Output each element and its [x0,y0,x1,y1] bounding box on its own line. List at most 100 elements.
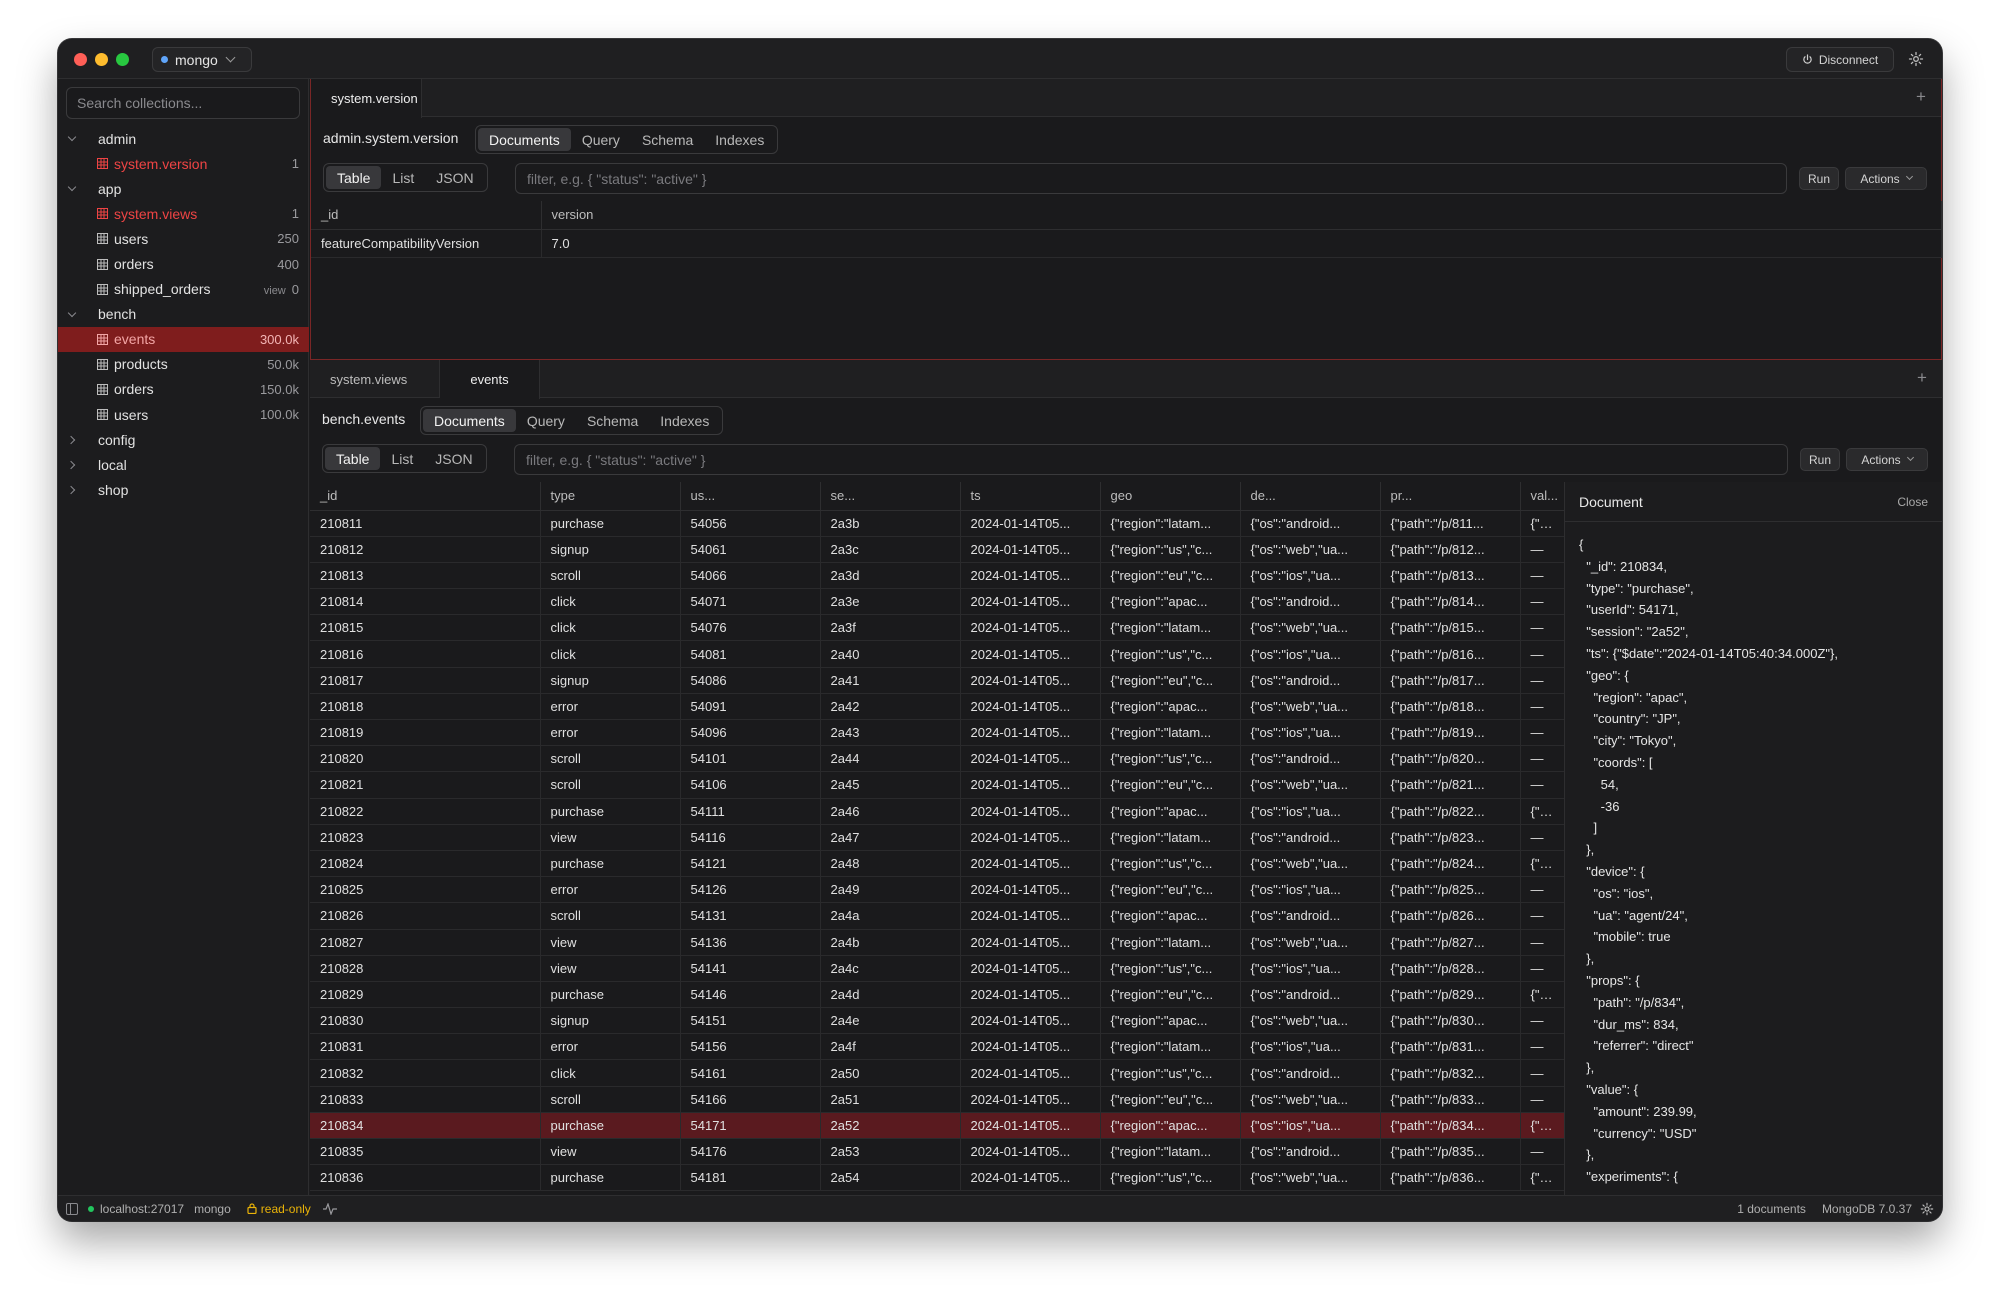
maximize-window-button[interactable] [116,53,129,66]
table-row[interactable]: 210836 purchase 54181 2a54 2024-01-14T05...{… [310,1164,1564,1192]
tab-system-views[interactable]: system.views [310,360,440,398]
new-tab-button[interactable]: + [1911,87,1931,107]
tab-indexes[interactable]: Indexes [649,409,720,432]
collection-item[interactable]: system.version 1 [58,151,309,176]
table-row[interactable]: 210833 scroll 54166 2a51 2024-01-14T05... {"r… [310,1086,1564,1113]
chevron-down-icon[interactable] [67,182,77,192]
column-header[interactable]: ts [960,482,1101,511]
table-row[interactable]: 210835 view 54176 2a53 2024-01-14T05... {"reg… [310,1138,1564,1166]
table-row[interactable]: featureCompatibilityVersion 7.0 [311,229,1942,258]
tab-documents[interactable]: Documents [478,128,571,151]
settings-button[interactable] [1906,49,1926,69]
table-row[interactable]: 210813 scroll 54066 2a3d 2024-01-14T05... {"r… [310,562,1564,590]
table-row[interactable]: 210832 click 54161 2a50 2024-01-14T05... {"re… [310,1059,1564,1087]
table-row[interactable]: 210817 signup 54086 2a41 2024-01-14T05... {"r… [310,667,1564,694]
table-row[interactable]: 210831 error 54156 2a4f 2024-01-14T05... {"re… [310,1033,1564,1061]
table-row[interactable]: 210827 view 54136 2a4b 2024-01-14T05... {"reg… [310,929,1564,956]
run-button[interactable]: Run [1799,167,1839,190]
table-row[interactable]: 210818 error 54091 2a42 2024-01-14T05... {"re… [310,693,1564,721]
chevron-right-icon[interactable] [66,460,76,470]
column-header[interactable]: geo [1100,482,1241,511]
table-row[interactable]: 210829 purchase 54146 2a4d 2024-01-14T05...{… [310,981,1564,1009]
table-row[interactable]: 210834 purchase 54171 2a52 2024-01-14T05...{… [310,1112,1564,1140]
collection-item[interactable]: orders 150.0k [58,377,309,402]
disconnect-button[interactable]: Disconnect [1786,47,1894,72]
tab-documents[interactable]: Documents [423,409,516,432]
database-item[interactable]: shop [58,477,309,502]
tab-query[interactable]: Query [571,128,631,151]
chevron-right-icon[interactable] [66,435,76,445]
table-row[interactable]: 210811 purchase 54056 2a3b 2024-01-14T05...{… [310,510,1564,537]
new-tab-button[interactable]: + [1912,368,1932,388]
collection-item[interactable]: events 300.0k [58,326,309,352]
gear-icon[interactable] [1920,1202,1934,1216]
tab-events[interactable]: events [440,360,540,399]
collection-item[interactable]: orders 400 [58,251,309,276]
table-row[interactable]: 210815 click 54076 2a3f 2024-01-14T05... {"re… [310,614,1564,642]
column-header[interactable]: val... [1520,482,1564,511]
column-header[interactable]: de... [1240,482,1381,511]
table-row[interactable]: 210823 view 54116 2a47 2024-01-14T05... {"reg… [310,824,1564,851]
minimize-window-button[interactable] [95,53,108,66]
toggle-sidebar-icon[interactable] [66,1202,78,1215]
tab-schema[interactable]: Schema [576,409,649,432]
read-only-badge[interactable]: read-only [247,1202,311,1216]
actions-button[interactable]: Actions [1845,167,1927,190]
collection-item[interactable]: system.views 1 [58,201,309,226]
view-table[interactable]: Table [326,166,382,189]
chevron-down-icon[interactable] [67,132,77,142]
database-item[interactable]: config [58,427,309,452]
filter-input[interactable] [514,444,1788,475]
table-row[interactable]: 210825 error 54126 2a49 2024-01-14T05... {"re… [310,876,1564,904]
connection-select[interactable]: mongo [152,47,252,72]
view-list[interactable]: List [380,447,424,470]
table-row[interactable]: 210812 signup 54061 2a3c 2024-01-14T05... {"r… [310,536,1564,563]
view-json[interactable]: JSON [424,447,483,470]
actions-button[interactable]: Actions [1846,448,1928,471]
column-header[interactable]: type [540,482,681,511]
table-row[interactable]: 210816 click 54081 2a40 2024-01-14T05... {"re… [310,640,1564,668]
table-row[interactable]: 210821 scroll 54106 2a45 2024-01-14T05... {"r… [310,771,1564,799]
collection-item[interactable]: shipped_orders view 0 [58,277,309,302]
table-row[interactable]: 210830 signup 54151 2a4e 2024-01-14T05... {"r… [310,1007,1564,1035]
table-row[interactable]: 210820 scroll 54101 2a44 2024-01-14T05... {"r… [310,745,1564,773]
column-header[interactable]: _id [310,482,541,511]
events-table-container[interactable]: _id type us... se... ts geo de... pr... val... 2… [310,482,1564,1195]
document-json-viewer[interactable]: { "_id": 210834, "type": "purchase", "us… [1565,522,1942,1195]
table-row[interactable]: 210826 scroll 54131 2a4a 2024-01-14T05... {"r… [310,902,1564,930]
view-list[interactable]: List [381,166,425,189]
table-row[interactable]: 210822 purchase 54111 2a46 2024-01-14T05...{… [310,798,1564,825]
database-item[interactable]: bench [58,302,309,327]
collection-item[interactable]: users 100.0k [58,402,309,427]
database-item[interactable]: local [58,452,309,477]
activity-icon[interactable] [322,1202,337,1215]
table-row[interactable]: 210814 click 54071 2a3e 2024-01-14T05... {"re… [310,588,1564,616]
table-row[interactable]: 210828 view 54141 2a4c 2024-01-14T05... {"reg… [310,955,1564,982]
tab-schema[interactable]: Schema [631,128,704,151]
table-row[interactable]: 210819 error 54096 2a43 2024-01-14T05... {"re… [310,719,1564,747]
chevron-right-icon[interactable] [66,486,76,495]
view-json[interactable]: JSON [425,166,484,189]
column-header[interactable]: version [541,201,1942,230]
chevron-down-icon[interactable] [67,308,77,317]
collection-label: products [114,356,168,373]
column-header[interactable]: us... [680,482,821,511]
run-button[interactable]: Run [1800,448,1840,471]
database-item[interactable]: app [58,176,309,201]
column-header[interactable]: _id [311,201,542,230]
database-item[interactable]: admin [58,126,309,151]
close-document-button[interactable]: Close [1897,495,1928,509]
column-header[interactable]: pr... [1380,482,1521,511]
view-table[interactable]: Table [325,447,381,470]
table-row[interactable]: 210824 purchase 54121 2a48 2024-01-14T05...{… [310,850,1564,878]
collection-item[interactable]: products 50.0k [58,352,309,377]
collection-search-input[interactable] [66,87,300,119]
column-header[interactable]: se... [820,482,961,511]
tab-system-version[interactable]: system.version [311,79,422,118]
tab-indexes[interactable]: Indexes [704,128,775,151]
collection-item[interactable]: users 250 [58,226,309,251]
table-cell: {"path":"/p/830... [1380,1007,1521,1035]
filter-input[interactable] [515,163,1787,194]
tab-query[interactable]: Query [516,409,576,432]
close-window-button[interactable] [74,53,87,66]
